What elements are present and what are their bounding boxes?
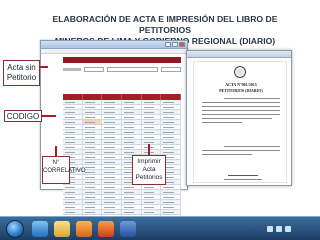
ie-icon[interactable] [32, 221, 48, 237]
callout-acta-sin-petitorio: Acta sin Petitorio [3, 60, 40, 86]
window-controls [165, 42, 185, 47]
callout-acta-line1: Acta sin [7, 63, 36, 72]
slide-title-line1: ELABORACIÓN DE ACTA E IMPRESIÓN DEL LIBR… [52, 14, 278, 35]
flag-icon[interactable] [285, 226, 291, 232]
network-icon[interactable] [267, 226, 273, 232]
menu-bar[interactable] [41, 49, 187, 54]
text-line [224, 146, 280, 147]
text-line [202, 154, 252, 155]
system-tray-icons[interactable] [267, 223, 316, 235]
media-icon[interactable] [76, 221, 92, 237]
callout-arrow [148, 144, 150, 155]
word-icon[interactable] [120, 221, 136, 237]
form-header-bar [63, 57, 181, 63]
close-button[interactable] [179, 42, 185, 47]
callout-correlativo: N° CORRELATIVO [42, 156, 86, 184]
window-titlebar[interactable] [41, 41, 187, 49]
desktop-area: ELABORACIÓN DE ACTA E IMPRESIÓN DEL LIBR… [0, 0, 320, 220]
callout-correlativo-line1: N° [52, 160, 60, 166]
callout-imprimir-line1: Imprimir [137, 158, 161, 165]
callout-acta-line2: Petitorio [6, 73, 37, 82]
signature-line [228, 175, 258, 176]
text-line [202, 114, 280, 115]
minimize-button[interactable] [165, 42, 171, 47]
firefox-icon[interactable] [98, 221, 114, 237]
callout-imprimir-line2: Acta [142, 166, 156, 173]
document-toolbar[interactable] [187, 51, 291, 58]
text-line [202, 102, 280, 103]
acta-heading: ACTA N°001/2015 [225, 82, 257, 87]
start-orb-icon[interactable] [6, 220, 24, 238]
text-line [224, 179, 262, 180]
callout-arrow [42, 115, 56, 117]
date-field[interactable] [107, 66, 158, 72]
form-field-row [63, 65, 181, 73]
text-line [202, 150, 280, 151]
callout-imprimir-line3: Petitorios [135, 174, 163, 181]
acta-subheading: PETITORIOS (DIARIO) [219, 88, 263, 93]
folder-icon[interactable] [54, 221, 70, 237]
text-line [202, 110, 280, 111]
acta-document-window: ACTA N°001/2015 PETITORIOS (DIARIO) [186, 50, 292, 186]
text-line [202, 106, 280, 107]
callout-correlativo-line2: CORRELATIVO [43, 168, 86, 174]
callout-codigo: CODIGO [4, 110, 42, 122]
callout-imprimir-acta: Imprimir Acta Petitorios [132, 155, 166, 185]
taskbar [0, 216, 320, 240]
text-line [224, 98, 280, 99]
volume-icon[interactable] [276, 226, 282, 232]
seal-icon [234, 66, 246, 78]
maximize-button[interactable] [172, 42, 178, 47]
acta-number-field[interactable] [84, 66, 104, 72]
text-line [202, 122, 242, 123]
callout-arrow [55, 146, 57, 156]
field-label [63, 67, 81, 71]
search-field[interactable] [161, 66, 181, 72]
text-line [202, 118, 272, 119]
callout-arrow [40, 66, 48, 68]
acta-page: ACTA N°001/2015 PETITORIOS (DIARIO) [193, 61, 287, 183]
